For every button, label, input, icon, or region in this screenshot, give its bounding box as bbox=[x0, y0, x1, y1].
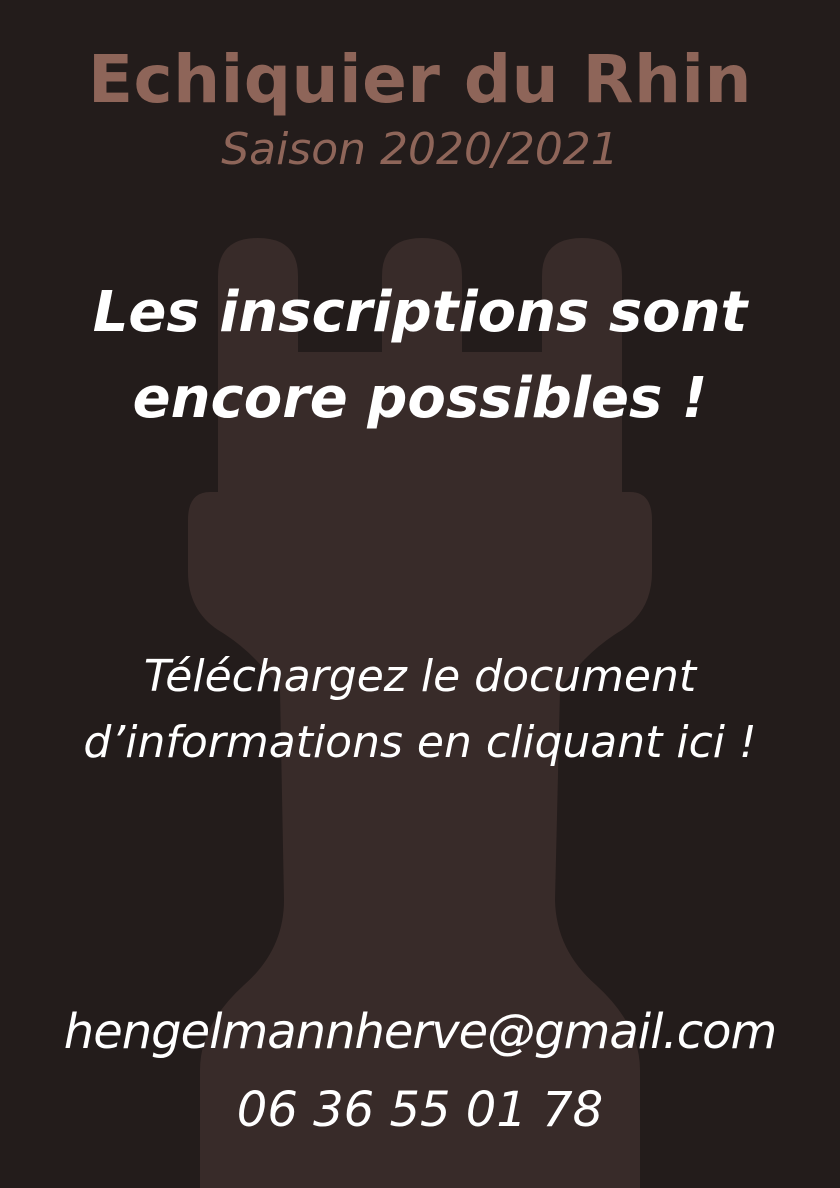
contact-email: hengelmannherve@gmail.com bbox=[63, 1004, 777, 1060]
season-subtitle: Saison 2020/2021 bbox=[221, 124, 619, 175]
flyer: Echiquier du Rhin Saison 2020/2021 Les i… bbox=[0, 0, 840, 1188]
download-link-line-2[interactable]: d’informations en cliquant ici ! bbox=[0, 710, 840, 776]
club-title: Echiquier du Rhin bbox=[87, 41, 753, 118]
download-document-link[interactable]: Téléchargez le document d’informations e… bbox=[0, 644, 840, 776]
contact-phone: 06 36 55 01 78 bbox=[236, 1082, 604, 1138]
download-link-line-1[interactable]: Téléchargez le document bbox=[0, 644, 840, 710]
headline: Les inscriptions sont encore possibles ! bbox=[0, 270, 840, 442]
headline-line-2: encore possibles ! bbox=[132, 366, 708, 431]
headline-line-1: Les inscriptions sont bbox=[92, 280, 748, 345]
